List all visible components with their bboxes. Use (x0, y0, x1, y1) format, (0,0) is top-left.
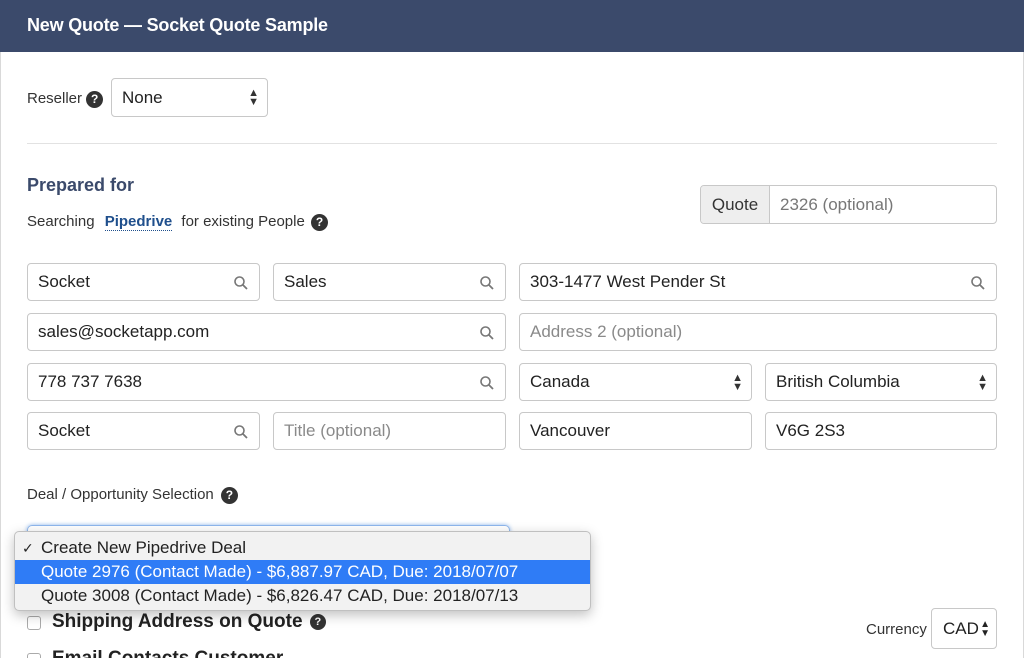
select-arrows-icon: ▲ ▼ (732, 372, 743, 393)
pipedrive-link[interactable]: Pipedrive (104, 213, 173, 231)
currency-select[interactable]: CAD ▲ ▼ (931, 608, 997, 649)
last-name-value: Sales (284, 272, 327, 291)
reseller-select[interactable]: None ▲ ▼ (111, 78, 268, 117)
shipping-address-label-text: Shipping Address on Quote (52, 611, 303, 632)
help-icon[interactable]: ? (220, 486, 238, 504)
title-placeholder: Title (optional) (284, 421, 392, 440)
search-prefix: Searching (27, 213, 95, 230)
reseller-label: Reseller ? (27, 90, 104, 108)
deal-option-quote-3008[interactable]: Quote 3008 (Contact Made) - $6,826.47 CA… (15, 584, 590, 608)
phone-value: 778 737 7638 (38, 372, 142, 391)
first-name-value: Socket (38, 272, 90, 291)
search-icon (480, 326, 494, 340)
province-value: British Columbia (776, 372, 900, 391)
country-value: Canada (530, 372, 590, 391)
help-icon[interactable]: ? (311, 213, 328, 231)
search-source-line: Searching Pipedrive for existing People … (27, 213, 328, 231)
quote-number-input[interactable]: 2326 (optional) (780, 186, 893, 223)
search-icon (480, 276, 494, 290)
deal-dropdown-menu: ✓ Create New Pipedrive Deal Quote 2976 (… (14, 531, 591, 611)
search-icon (971, 276, 985, 290)
currency-value: CAD (943, 619, 979, 638)
help-icon[interactable]: ? (309, 613, 326, 630)
deal-selection-label: Deal / Opportunity Selection ? (27, 486, 238, 504)
prepared-for-title: Prepared for (27, 175, 135, 195)
company-field[interactable]: Socket (27, 412, 260, 450)
reseller-label-text: Reseller (27, 90, 83, 107)
search-icon (234, 276, 248, 290)
select-arrows-icon: ▲ ▼ (248, 87, 259, 108)
company-value: Socket (38, 421, 90, 440)
help-icon[interactable]: ? (86, 90, 104, 108)
email-contacts-checkbox[interactable] (27, 653, 41, 658)
deal-option-label: Quote 3008 (Contact Made) - $6,826.47 CA… (41, 586, 519, 605)
checkmark-icon: ✓ (22, 540, 34, 556)
search-icon (234, 425, 248, 439)
deal-option-quote-2976[interactable]: Quote 2976 (Contact Made) - $6,887.97 CA… (15, 560, 590, 584)
address-line2-placeholder: Address 2 (optional) (530, 322, 683, 341)
reseller-value: None (122, 88, 163, 107)
shipping-address-checkbox[interactable] (27, 616, 41, 630)
select-arrows-icon: ▲ ▼ (977, 372, 988, 393)
search-icon (480, 376, 494, 390)
currency-label: Currency (866, 621, 927, 638)
select-arrows-icon: ▲ ▼ (980, 619, 990, 639)
quote-addon: Quote (701, 186, 770, 223)
deal-selection-label-text: Deal / Opportunity Selection (27, 486, 214, 503)
address-line1-value: 303-1477 West Pender St (530, 272, 726, 291)
city-field[interactable]: Vancouver (519, 412, 752, 450)
quote-number-group[interactable]: Quote 2326 (optional) (700, 185, 997, 224)
email-field[interactable]: sales@socketapp.com (27, 313, 506, 351)
province-select[interactable]: British Columbia ▲ ▼ (765, 363, 997, 401)
deal-option-create[interactable]: ✓ Create New Pipedrive Deal (15, 536, 590, 560)
email-contacts-label: Email Contacts Customer (52, 648, 283, 658)
address-line2-field[interactable]: Address 2 (optional) (519, 313, 997, 351)
city-value: Vancouver (530, 421, 611, 440)
section-divider (27, 143, 997, 144)
last-name-field[interactable]: Sales (273, 263, 506, 301)
window-header: New Quote — Socket Quote Sample (0, 0, 1024, 52)
deal-option-label: Quote 2976 (Contact Made) - $6,887.97 CA… (41, 562, 519, 581)
country-select[interactable]: Canada ▲ ▼ (519, 363, 752, 401)
postal-code-field[interactable]: V6G 2S3 (765, 412, 997, 450)
window-title: New Quote — Socket Quote Sample (27, 15, 328, 35)
email-value: sales@socketapp.com (38, 322, 210, 341)
search-suffix: for existing People (181, 213, 305, 230)
address-line1-field[interactable]: 303-1477 West Pender St (519, 263, 997, 301)
postal-code-value: V6G 2S3 (776, 421, 845, 440)
shipping-address-label: Shipping Address on Quote ? (52, 611, 326, 633)
first-name-field[interactable]: Socket (27, 263, 260, 301)
title-field[interactable]: Title (optional) (273, 412, 506, 450)
deal-option-label: Create New Pipedrive Deal (41, 538, 247, 557)
phone-field[interactable]: 778 737 7638 (27, 363, 506, 401)
